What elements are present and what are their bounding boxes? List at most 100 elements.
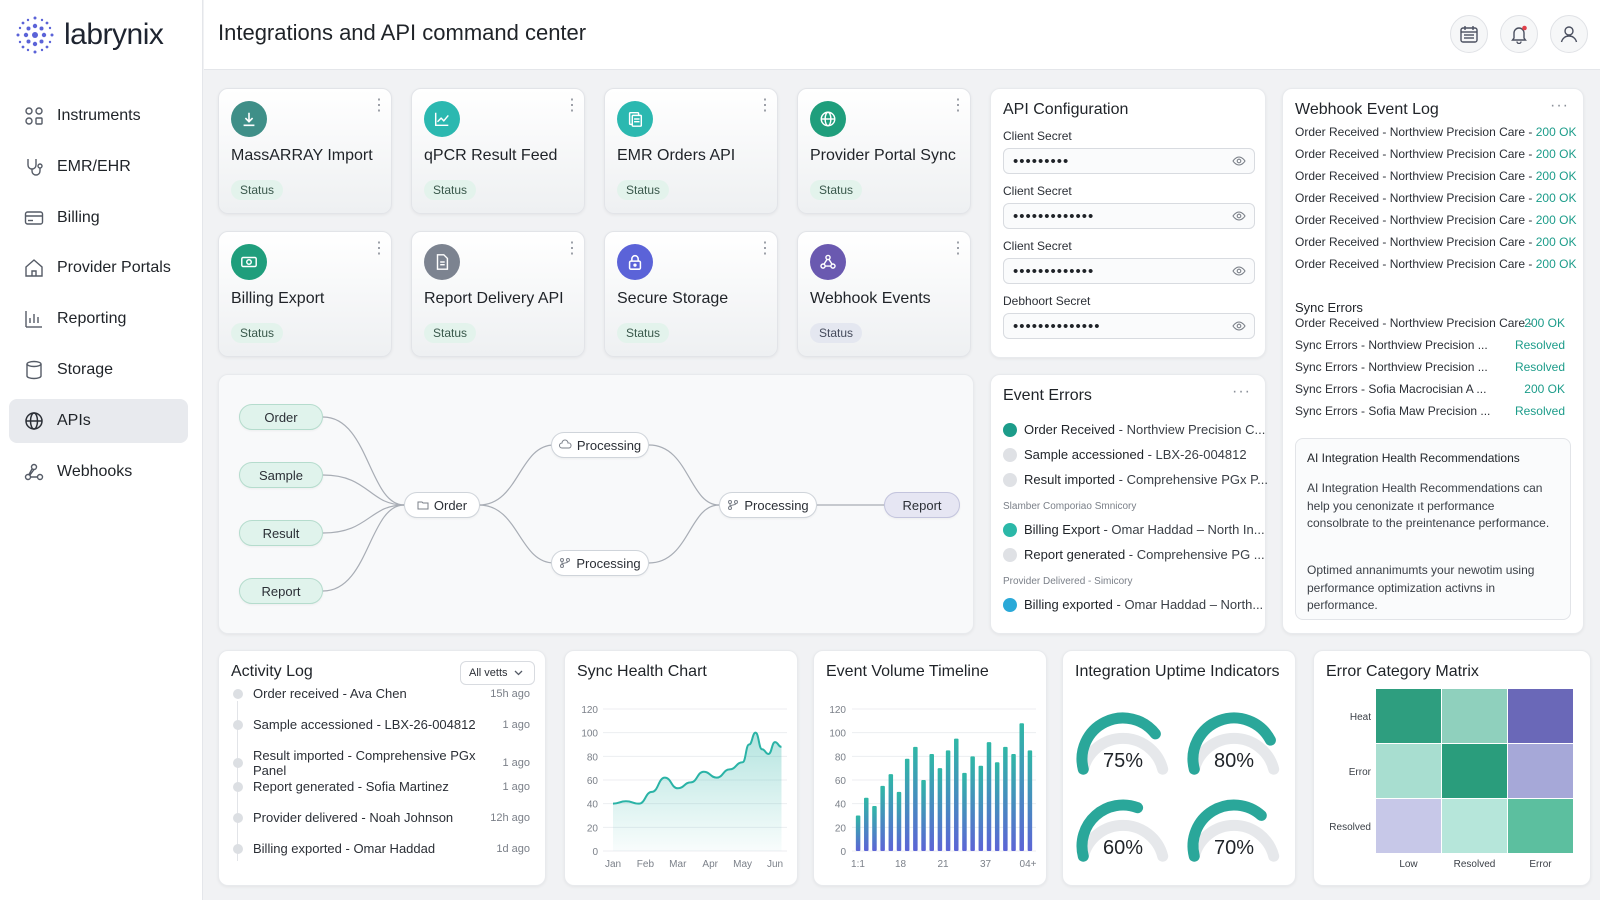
activity-filter-select[interactable]: All vetts [460, 661, 535, 685]
more-options-icon[interactable]: ⋮ [564, 98, 580, 114]
activity-row[interactable]: Result imported - Comprehensive PGx Pane… [233, 748, 530, 778]
sidebar-item-provider-portals[interactable]: Provider Portals [9, 246, 188, 290]
volume-bar[interactable] [986, 742, 992, 851]
eye-icon[interactable] [1232, 210, 1246, 222]
volume-bar[interactable] [872, 806, 877, 851]
webhook-log-row[interactable]: Order Received - Northview Precision Car… [1295, 169, 1576, 183]
sync-error-row[interactable]: Order Received - Northview Precision Car… [1295, 316, 1565, 330]
volume-bar[interactable] [1003, 746, 1008, 851]
integration-tile-report-delivery[interactable]: ⋮ Report Delivery API Status [411, 231, 585, 357]
matrix-cell[interactable] [1442, 744, 1507, 798]
integration-tile-emr-orders[interactable]: ⋮ EMR Orders API Status [604, 88, 778, 214]
activity-row[interactable]: Order received - Ava Chen 15h ago [233, 686, 530, 701]
matrix-cell[interactable] [1376, 689, 1441, 743]
webhook-log-row[interactable]: Order Received - Northview Precision Car… [1295, 125, 1576, 139]
sidebar-item-storage[interactable]: Storage [9, 348, 188, 392]
event-error-row[interactable]: Billing exported - Omar Haddad – North..… [1003, 597, 1263, 612]
flow-node-input[interactable]: Result [239, 520, 323, 546]
flow-node-output[interactable]: Report [884, 492, 960, 518]
volume-bar[interactable] [921, 780, 926, 851]
volume-bar[interactable] [1019, 723, 1024, 851]
volume-bar[interactable] [954, 738, 959, 851]
volume-bar[interactable] [945, 750, 951, 851]
matrix-cell[interactable] [1376, 744, 1441, 798]
user-menu-button[interactable] [1550, 15, 1588, 53]
volume-bar[interactable] [937, 768, 943, 851]
event-error-row[interactable]: Billing Export - Omar Haddad – North In.… [1003, 522, 1265, 537]
flow-node-input[interactable]: Order [239, 404, 323, 430]
volume-bar[interactable] [855, 815, 861, 852]
webhook-secret-field[interactable]: •••••••••••••• [1003, 313, 1255, 339]
volume-bar[interactable] [888, 774, 894, 851]
matrix-cell[interactable] [1376, 799, 1441, 853]
activity-row[interactable]: Billing exported - Omar Haddad 1d ago [233, 841, 530, 856]
flow-node-hub[interactable]: Order [404, 492, 480, 518]
more-options-icon[interactable]: ⋮ [564, 241, 580, 257]
integration-tile-provider-portal[interactable]: ⋮ Provider Portal Sync Status [797, 88, 971, 214]
more-options-icon[interactable]: ··· [1550, 97, 1569, 115]
more-options-icon[interactable]: ⋮ [757, 98, 773, 114]
volume-bar[interactable] [978, 765, 984, 851]
integration-tile-qpcr[interactable]: ⋮ qPCR Result Feed Status [411, 88, 585, 214]
more-options-icon[interactable]: ⋮ [371, 241, 387, 257]
matrix-cell[interactable] [1508, 689, 1573, 743]
webhook-log-row[interactable]: Order Received - Northview Precision Car… [1295, 191, 1576, 205]
flow-node-processing-merge[interactable]: Processing [719, 492, 817, 518]
event-error-row[interactable]: Report generated - Comprehensive PG ... [1003, 547, 1265, 562]
more-options-icon[interactable]: ⋮ [371, 98, 387, 114]
client-secret-field[interactable]: ••••••••• [1003, 148, 1255, 174]
matrix-cell[interactable] [1508, 799, 1573, 853]
eye-icon[interactable] [1232, 155, 1246, 167]
volume-bar[interactable] [994, 762, 1000, 851]
webhook-log-row[interactable]: Order Received - Northview Precision Car… [1295, 235, 1576, 249]
sidebar-item-reporting[interactable]: Reporting [9, 297, 188, 341]
volume-bar[interactable] [904, 758, 910, 851]
more-options-icon[interactable]: ··· [1232, 383, 1251, 401]
matrix-cell[interactable] [1442, 689, 1507, 743]
integration-tile-secure-storage[interactable]: ⋮ Secure Storage Status [604, 231, 778, 357]
volume-bar[interactable] [1011, 753, 1016, 851]
more-options-icon[interactable]: ⋮ [950, 241, 966, 257]
activity-row[interactable]: Provider delivered - Noah Johnson 12h ago [233, 810, 530, 825]
volume-bar[interactable] [929, 753, 934, 851]
sidebar-item-apis[interactable]: APIs [9, 399, 188, 443]
sidebar-item-instruments[interactable]: Instruments [9, 94, 188, 138]
volume-bar[interactable] [962, 772, 967, 851]
sidebar-item-emr-ehr[interactable]: EMR/EHR [9, 145, 188, 189]
sidebar-item-billing[interactable]: Billing [9, 196, 188, 240]
calendar-button[interactable] [1450, 15, 1488, 53]
brand-logo[interactable]: labrynix [14, 14, 164, 56]
integration-tile-webhook-events[interactable]: ⋮ Webhook Events Status [797, 231, 971, 357]
volume-bar[interactable] [913, 746, 918, 851]
event-error-row[interactable]: Result imported - Comprehensive PGx P... [1003, 472, 1268, 487]
volume-bar[interactable] [1027, 750, 1033, 851]
eye-icon[interactable] [1232, 265, 1246, 277]
sidebar-item-webhooks[interactable]: Webhooks [9, 450, 188, 494]
integration-tile-billing-export[interactable]: ⋮ Billing Export Status [218, 231, 392, 357]
eye-icon[interactable] [1232, 320, 1246, 332]
event-error-row[interactable]: Order Received - Northview Precision C..… [1003, 422, 1265, 437]
volume-bar[interactable] [896, 791, 902, 851]
activity-row[interactable]: Report generated - Sofia Martinez 1 ago [233, 779, 530, 794]
notifications-button[interactable] [1500, 15, 1538, 53]
matrix-cell[interactable] [1508, 744, 1573, 798]
webhook-log-row[interactable]: Order Received - Northview Precision Car… [1295, 257, 1576, 271]
more-options-icon[interactable]: ⋮ [950, 98, 966, 114]
volume-bar[interactable] [970, 756, 975, 851]
webhook-log-row[interactable]: Order Received - Northview Precision Car… [1295, 147, 1576, 161]
webhook-log-row[interactable]: Order Received - Northview Precision Car… [1295, 213, 1576, 227]
flow-node-processing-bottom[interactable]: Processing [551, 550, 649, 576]
more-options-icon[interactable]: ⋮ [757, 241, 773, 257]
event-error-row[interactable]: Sample accessioned - LBX-26-004812 [1003, 447, 1247, 462]
activity-row[interactable]: Sample accessioned - LBX-26-004812 1 ago [233, 717, 530, 732]
volume-bar[interactable] [864, 797, 869, 851]
sync-error-row[interactable]: Sync Errors - Sofia Macrocisian A ... 200… [1295, 382, 1565, 396]
matrix-cell[interactable] [1442, 799, 1507, 853]
client-secret-field[interactable]: ••••••••••••• [1003, 258, 1255, 284]
flow-node-processing-top[interactable]: Processing [551, 432, 649, 458]
flow-node-input[interactable]: Report [239, 578, 323, 604]
flow-node-input[interactable]: Sample [239, 462, 323, 488]
sync-error-row[interactable]: Sync Errors - Northview Precision ... Res… [1295, 360, 1565, 374]
sync-error-row[interactable]: Sync Errors - Sofia Maw Precision ... Res… [1295, 404, 1565, 418]
integration-tile-massarray[interactable]: ⋮ MassARRAY Import Status [218, 88, 392, 214]
